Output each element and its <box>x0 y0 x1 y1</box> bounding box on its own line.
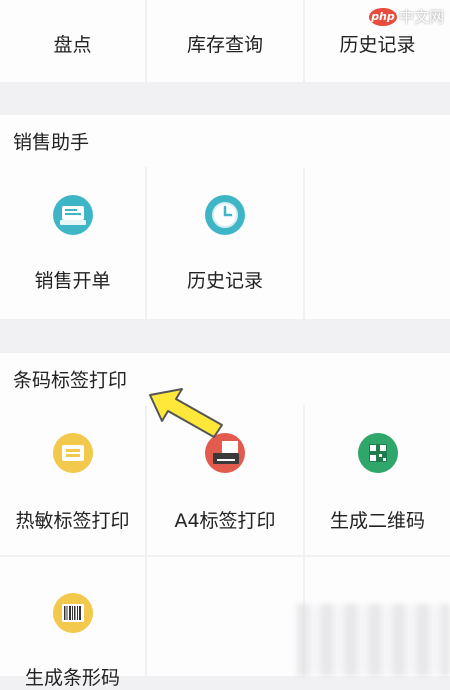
grid-item-thermal-label[interactable]: 热敏标签打印 <box>0 405 145 555</box>
grid-empty-cell <box>147 557 303 676</box>
grid-item-label: 历史记录 <box>186 270 263 292</box>
grid-item-sales-history[interactable]: 历史记录 <box>147 167 303 319</box>
qr-code-icon <box>357 433 398 473</box>
watermark-text: 中文网 <box>398 8 444 26</box>
php-logo-icon: php <box>368 7 397 26</box>
section-title: 销售助手 <box>13 131 90 154</box>
grid-item-label: A4标签打印 <box>174 510 276 532</box>
section-title: 条码标签打印 <box>13 369 128 392</box>
grid-item-label: 生成二维码 <box>329 510 425 532</box>
grid-item-barcode[interactable]: 生成条形码 <box>0 557 145 689</box>
barcode-icon <box>52 593 93 633</box>
grid-item-label: 盘点 <box>53 34 92 56</box>
grid-item-label: 库存查询 <box>186 34 263 56</box>
annotation-arrow-icon <box>149 388 223 438</box>
thermal-label-icon <box>52 433 93 473</box>
blurred-region <box>297 604 450 676</box>
grid-item-label: 销售开单 <box>34 270 111 292</box>
watermark: php 中文网 <box>368 6 444 27</box>
grid-item-sales-order[interactable]: 销售开单 <box>0 167 145 319</box>
grid-item-label: 历史记录 <box>339 34 416 56</box>
grid-item-inventory-count[interactable]: 盘点 <box>0 0 145 82</box>
grid-item-label: 生成条形码 <box>24 667 120 689</box>
grid-item-label: 热敏标签打印 <box>15 510 130 532</box>
grid-item-qr-code[interactable]: 生成二维码 <box>305 405 450 555</box>
grid-empty-cell <box>305 167 450 319</box>
section-header-sales: 销售助手 <box>0 115 450 167</box>
grid-item-stock-query[interactable]: 库存查询 <box>147 0 303 82</box>
clock-icon <box>205 195 245 235</box>
sales-order-icon <box>52 195 93 235</box>
